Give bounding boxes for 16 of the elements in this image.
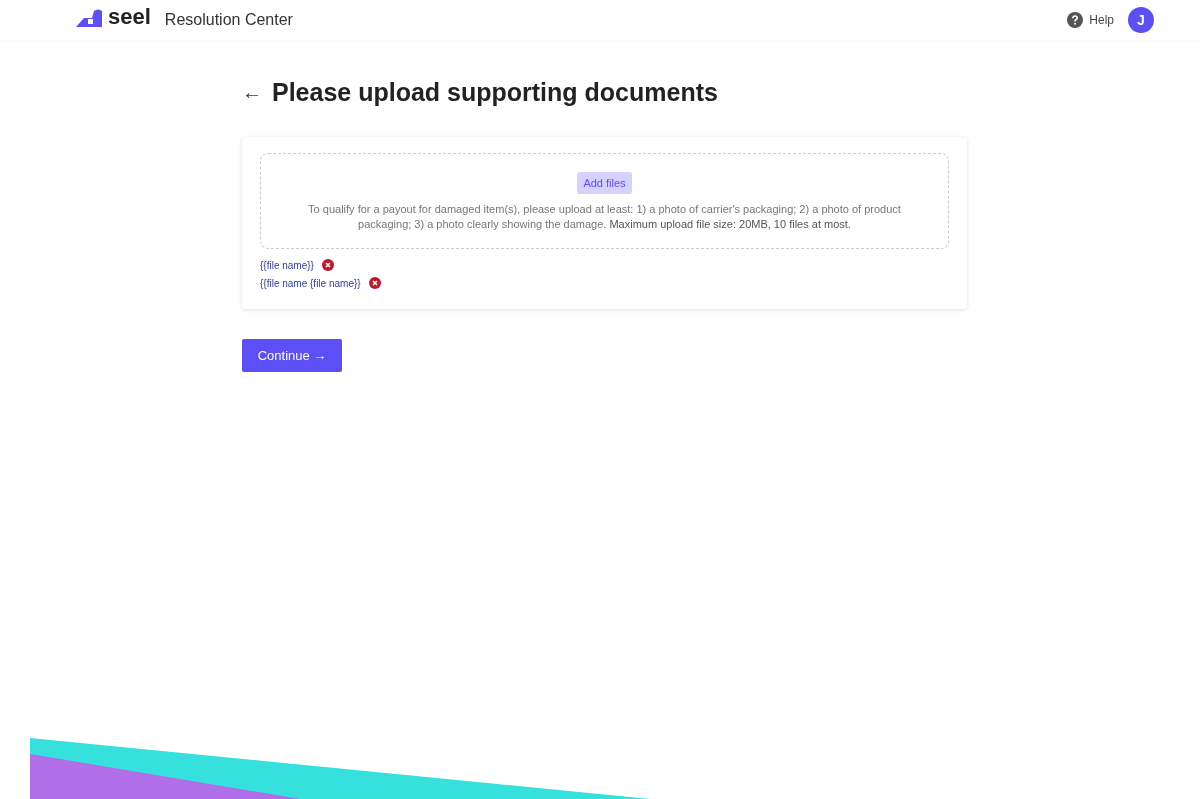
logo-icon [74, 8, 104, 28]
back-button[interactable]: ← [242, 81, 262, 104]
page-title: Please upload supporting documents [272, 78, 718, 107]
remove-icon[interactable] [368, 277, 381, 289]
help-icon [1067, 12, 1084, 28]
file-name[interactable]: {{file name {file name}} [260, 277, 361, 289]
app-title: Resolution Center [164, 11, 293, 29]
user-avatar[interactable]: J [1128, 7, 1154, 33]
file-name[interactable]: {{file name}} [260, 259, 314, 271]
drop-zone[interactable] [260, 153, 949, 249]
continue-button[interactable]: Continue → [242, 339, 342, 372]
remove-icon[interactable] [321, 259, 334, 271]
add-files-button[interactable]: Add files [577, 172, 632, 194]
help-link[interactable]: Help [1067, 12, 1114, 28]
brand-name: seel [108, 4, 151, 30]
upload-instructions: To qualify for a payout for damaged item(s), please upload at least: 1) a photo of carrier's packaging; 2) a photo of product packaging; 3) a photo clearly showing the damage. Maximum upload file size: 20MB, 10 files at most. [307, 202, 902, 232]
